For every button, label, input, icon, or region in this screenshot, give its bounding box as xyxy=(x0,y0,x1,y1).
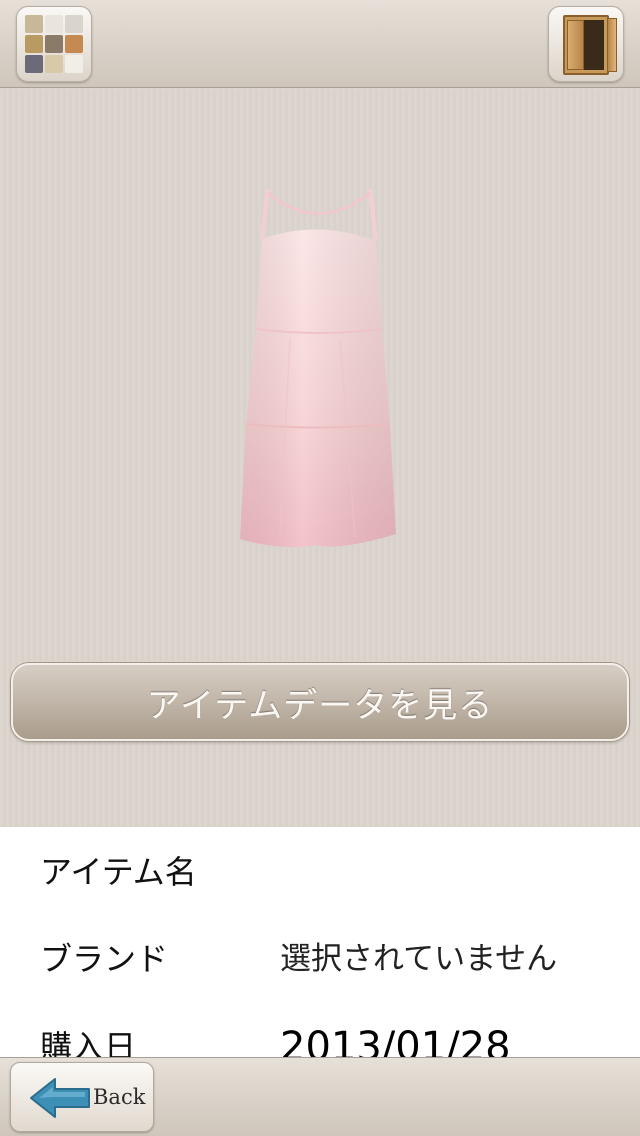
dress-photo xyxy=(240,188,396,547)
top-toolbar xyxy=(0,0,640,88)
gallery-button[interactable] xyxy=(16,6,92,82)
purchase-date-row[interactable]: 購入日 2013/01/28 xyxy=(40,1022,630,1057)
back-button[interactable]: Back xyxy=(10,1062,154,1132)
item-name-label: アイテム名 xyxy=(40,853,197,891)
brand-label: ブランド xyxy=(40,940,169,978)
item-name-row[interactable]: アイテム名 xyxy=(40,847,630,897)
gallery-grid-icon xyxy=(25,15,83,73)
brand-row[interactable]: ブランド 選択されていません xyxy=(40,934,630,984)
bottom-toolbar: Back xyxy=(0,1057,640,1136)
brand-value: 選択されていません xyxy=(280,941,558,977)
wardrobe-button[interactable] xyxy=(548,6,624,82)
purchase-date-label: 購入日 xyxy=(40,1028,137,1057)
item-photo-area: アイテムデータを見る xyxy=(0,89,640,827)
back-arrow-icon xyxy=(30,1078,90,1118)
back-label: Back xyxy=(93,1085,146,1109)
purchase-date-value: 2013/01/28 xyxy=(280,1024,511,1057)
item-details-panel: アイテム名 ブランド 選択されていません 購入日 2013/01/28 xyxy=(0,827,640,1057)
view-item-data-button[interactable]: アイテムデータを見る xyxy=(11,663,629,741)
wardrobe-icon xyxy=(563,15,617,75)
